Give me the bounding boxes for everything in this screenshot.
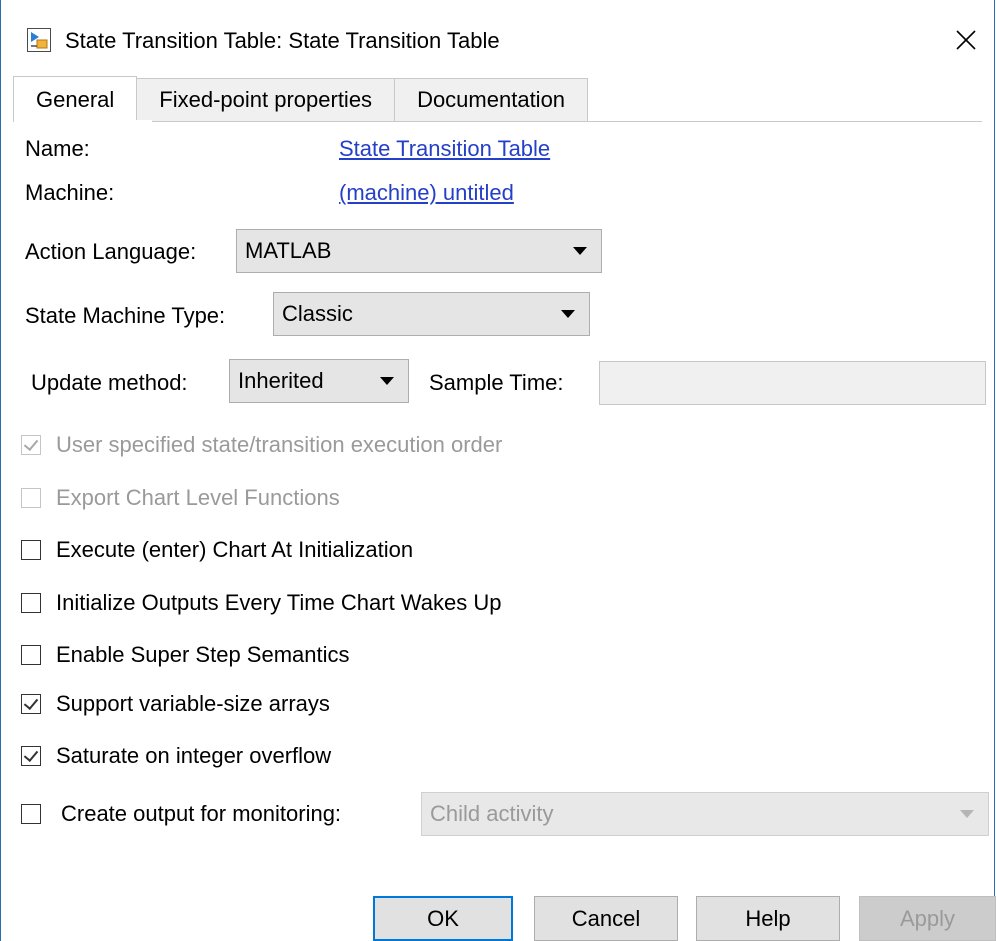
tab-documentation[interactable]: Documentation (395, 78, 589, 121)
sample-time-input[interactable] (599, 361, 986, 405)
variable-size-arrays-checkbox[interactable] (21, 694, 41, 714)
tab-divider (13, 121, 982, 122)
initialize-outputs-checkbox[interactable] (21, 593, 41, 613)
saturate-overflow-checkbox[interactable] (21, 746, 41, 766)
execute-at-init-label: Execute (enter) Chart At Initialization (56, 537, 414, 562)
state-machine-type-value: Classic (282, 301, 353, 326)
create-monitoring-output-option: Create output for monitoring: (21, 799, 341, 829)
initialize-outputs-label: Initialize Outputs Every Time Chart Wake… (56, 590, 502, 615)
title-bar: State Transition Table: State Transition… (1, 0, 994, 72)
update-method-label: Update method: (31, 370, 188, 395)
machine-label: Machine: (25, 180, 115, 205)
chevron-down-icon (561, 310, 575, 318)
export-chart-functions-checkbox[interactable] (21, 488, 41, 508)
apply-button[interactable]: Apply (859, 896, 996, 941)
monitoring-activity-select[interactable]: Child activity (421, 792, 989, 836)
simulink-stateflow-icon (27, 28, 51, 52)
tab-bar: General Fixed-point properties Documenta… (13, 76, 589, 122)
state-machine-type-label: State Machine Type: (25, 303, 226, 328)
window-title: State Transition Table: State Transition… (65, 28, 500, 53)
close-button[interactable] (946, 22, 986, 58)
execute-at-init-option: Execute (enter) Chart At Initialization (21, 535, 413, 565)
cancel-button[interactable]: Cancel (534, 896, 678, 941)
chevron-down-icon (380, 377, 394, 385)
state-machine-type-select[interactable]: Classic (273, 292, 590, 336)
monitoring-activity-value: Child activity (430, 801, 554, 826)
export-chart-functions-label: Export Chart Level Functions (56, 485, 340, 510)
name-link[interactable]: State Transition Table (339, 136, 550, 162)
variable-size-arrays-option: Support variable-size arrays (21, 689, 330, 719)
export-chart-functions-option: Export Chart Level Functions (21, 483, 340, 513)
properties-dialog: State Transition Table: State Transition… (0, 0, 996, 941)
close-icon (956, 30, 976, 50)
execute-at-init-checkbox[interactable] (21, 540, 41, 560)
tab-fixed-point-properties[interactable]: Fixed-point properties (137, 78, 396, 121)
super-step-option: Enable Super Step Semantics (21, 640, 350, 670)
create-monitoring-output-label: Create output for monitoring: (61, 801, 342, 826)
sample-time-label: Sample Time: (429, 370, 564, 395)
update-method-value: Inherited (238, 368, 324, 393)
super-step-checkbox[interactable] (21, 645, 41, 665)
action-language-select[interactable]: MATLAB (236, 229, 602, 273)
name-label: Name: (25, 136, 90, 161)
tab-general[interactable]: General (13, 76, 138, 121)
saturate-overflow-label: Saturate on integer overflow (56, 743, 332, 768)
user-specified-order-checkbox[interactable] (21, 435, 41, 455)
chevron-down-icon (573, 247, 587, 255)
action-language-label: Action Language: (25, 239, 197, 264)
help-button[interactable]: Help (696, 896, 840, 941)
super-step-label: Enable Super Step Semantics (56, 642, 350, 667)
initialize-outputs-option: Initialize Outputs Every Time Chart Wake… (21, 588, 501, 618)
update-method-select[interactable]: Inherited (229, 359, 409, 403)
variable-size-arrays-label: Support variable-size arrays (56, 691, 330, 716)
ok-button[interactable]: OK (373, 896, 513, 941)
create-monitoring-output-checkbox[interactable] (21, 804, 41, 824)
chevron-down-icon (960, 810, 974, 818)
user-specified-order-label: User specified state/transition executio… (56, 432, 503, 457)
action-language-value: MATLAB (245, 238, 332, 263)
saturate-overflow-option: Saturate on integer overflow (21, 741, 331, 771)
user-specified-order-option: User specified state/transition executio… (21, 430, 502, 460)
machine-link[interactable]: (machine) untitled (339, 180, 514, 206)
